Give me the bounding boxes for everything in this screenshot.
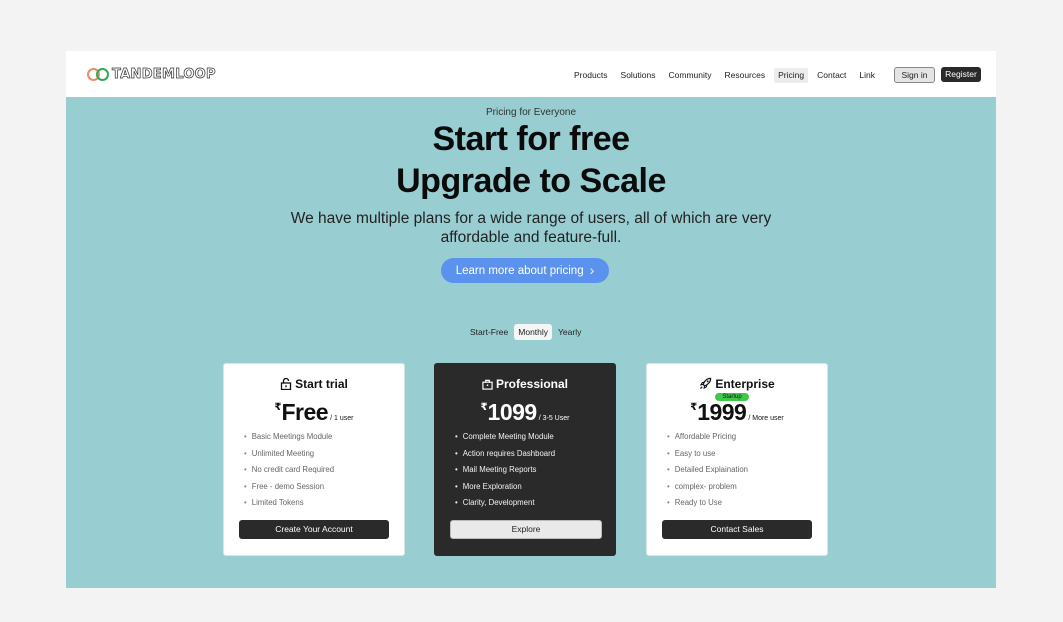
feature-item: Free - demo Session [244,482,334,499]
toggle-start-free[interactable]: Start-Free [466,324,512,340]
learn-more-pricing-button[interactable]: Learn more about pricing › [441,258,609,283]
plan-title: Professional [435,377,615,391]
price-amount: 1099 [487,399,538,425]
currency-symbol: ₹ [480,402,488,413]
price-per: / 3-5 User [538,415,570,422]
currency-symbol: ₹ [274,402,282,413]
price-amount: 1999 [697,399,747,425]
feature-item: Action requires Dashboard [455,449,555,466]
brand-logo[interactable]: TANDEMLOOP [87,66,216,82]
billing-toggle: Start-Free Monthly Yearly [465,324,586,340]
plan-card-start-trial: Start trial ₹Free/ 1 user Basic Meetings… [223,363,405,556]
plan-title: Start trial [224,377,404,391]
plan-name: Professional [495,377,569,391]
toggle-monthly[interactable]: Monthly [514,324,553,340]
feature-item: Basic Meetings Module [244,432,334,449]
plan-price: ₹Free/ 1 user [224,399,404,426]
toggle-yearly[interactable]: Yearly [554,324,585,340]
logo-rings-icon [87,68,109,81]
feature-item: Detailed Explaination [667,465,748,482]
page-frame: TANDEMLOOP Products Solutions Community … [66,51,996,588]
brand-name: TANDEMLOOP [112,66,216,82]
plan-title: Enterprise [647,377,827,391]
pricing-hero: Pricing for Everyone Start for free Upgr… [66,97,996,588]
price-per: / 1 user [330,415,354,422]
feature-item: Unlimited Meeting [244,449,334,466]
nav-link-link[interactable]: Link [855,68,879,83]
hero-headline: Start for free Upgrade to Scale [66,118,996,202]
feature-item: complex- problem [667,482,748,499]
hero-subtext: We have multiple plans for a wide range … [290,210,772,246]
plan-card-enterprise: Enterprise Startup ₹1999/ More user Affo… [646,363,828,556]
feature-item: More Exploration [455,482,555,499]
nav-link-resources[interactable]: Resources [720,68,769,83]
chevron-right-icon: › [589,262,595,278]
nav-link-contact[interactable]: Contact [813,68,850,83]
plan-price: ₹1099/ 3-5 User [435,399,615,426]
explore-button[interactable]: Explore [450,520,602,539]
feature-item: Easy to use [667,449,748,466]
top-navbar: TANDEMLOOP Products Solutions Community … [66,51,996,97]
feature-item: Mail Meeting Reports [455,465,555,482]
register-button[interactable]: Register [941,67,981,82]
create-account-button[interactable]: Create Your Account [239,520,389,539]
rocket-icon [700,377,712,390]
feature-list: Basic Meetings Module Unlimited Meeting … [244,432,334,515]
headline-line-2: Upgrade to Scale [396,162,666,200]
feature-item: Affordable Pricing [667,432,748,449]
feature-list: Complete Meeting Module Action requires … [455,432,555,515]
sign-in-button[interactable]: Sign in [894,67,935,83]
feature-item: Ready to Use [667,498,748,515]
nav-links: Products Solutions Community Resources P… [565,68,879,83]
nav-link-products[interactable]: Products [570,68,612,83]
contact-sales-button[interactable]: Contact Sales [662,520,812,539]
plan-card-professional: Professional ₹1099/ 3-5 User Complete Me… [434,363,616,556]
price-per: / More user [748,415,784,422]
plan-name: Start trial [295,377,348,391]
headline-line-1: Start for free [432,120,630,158]
unlock-icon [281,377,292,391]
feature-item: Limited Tokens [244,498,334,515]
feature-item: No credit card Required [244,465,334,482]
nav-link-pricing[interactable]: Pricing [774,68,809,83]
nav-link-community[interactable]: Community [665,68,716,83]
hero-eyebrow: Pricing for Everyone [485,107,577,118]
cta-label: Learn more about pricing [455,265,584,277]
plan-price: ₹1999/ More user [647,399,827,426]
nav-link-solutions[interactable]: Solutions [617,68,660,83]
feature-list: Affordable Pricing Easy to use Detailed … [667,432,748,515]
feature-item: Clarity, Development [455,498,555,515]
feature-item: Complete Meeting Module [455,432,555,449]
plan-name: Enterprise [715,377,775,391]
price-amount: Free [281,399,329,425]
briefcase-icon [482,379,493,390]
